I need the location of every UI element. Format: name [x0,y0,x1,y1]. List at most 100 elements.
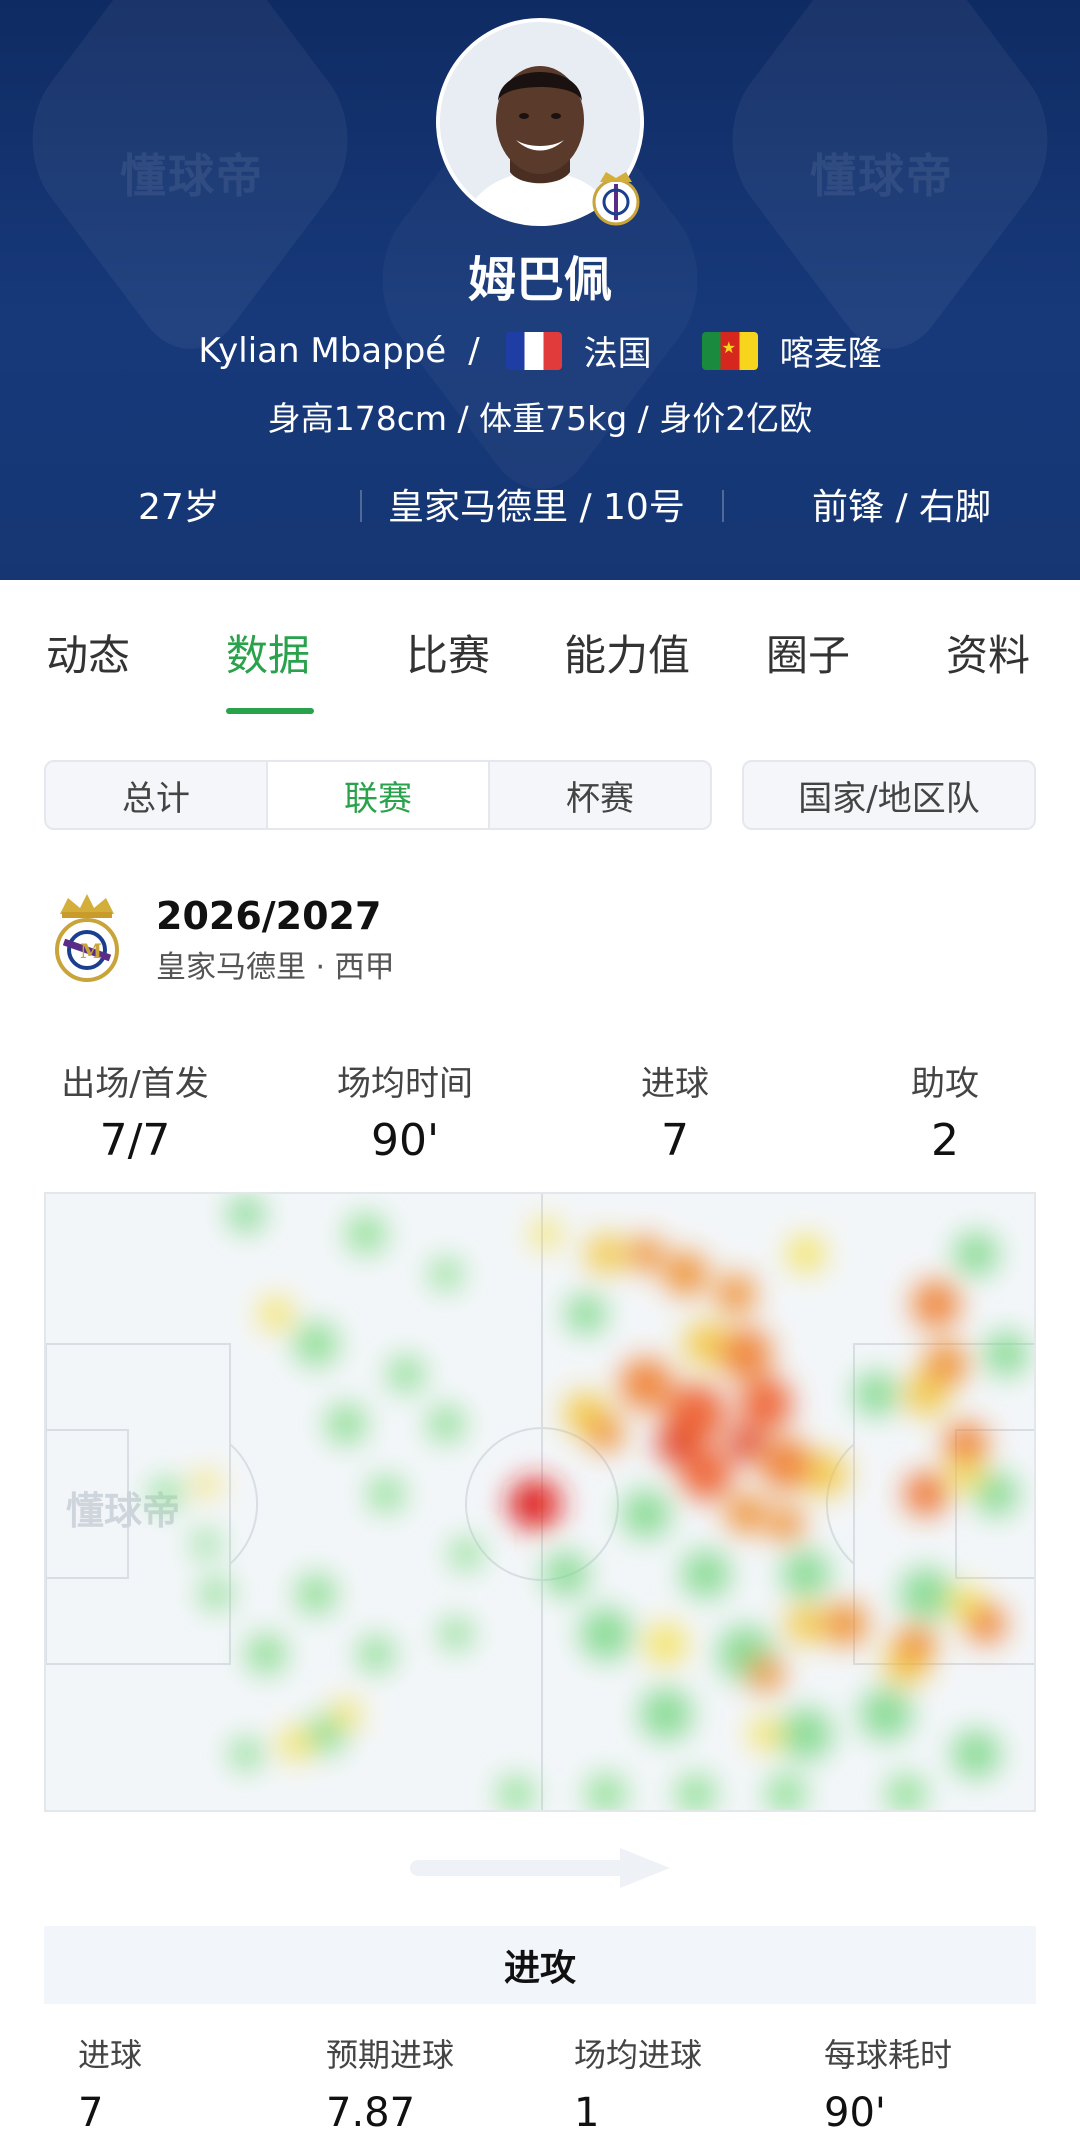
physical-line: 身高178cm / 体重75kg / 身价2亿欧 [267,399,813,438]
stat-label: 助攻 [911,1064,979,1104]
player-club-number: 皇家马德里 / 10号 [388,487,685,528]
segment-cup[interactable]: 杯赛 [490,762,710,828]
nationality-cameroon: 喀麦隆 [779,334,882,374]
heat-spot [912,1280,960,1328]
heat-spot [782,1550,830,1598]
tab-data[interactable]: 数据 [226,622,310,683]
attack-stat-xg: 预期进球 7.87 [326,2030,454,2134]
stat-label: 预期进球 [326,2036,455,2074]
heat-spot [728,1426,764,1462]
stat-appearances: 出场/首发 7/7 [0,1056,270,1166]
heat-spot [726,1494,766,1534]
player-english-name: Kylian Mbappé [198,330,447,371]
nationality-france: 法国 [583,334,652,374]
heat-spot [824,1602,868,1646]
stat-value: 90' [370,1115,440,1166]
stat-label: 进球 [641,1064,709,1104]
season-year: 2026/2027 [156,894,382,938]
heat-spot [508,1486,544,1522]
heat-layer [150,1196,1028,1810]
heat-spot [368,1476,404,1512]
player-age: 27岁 [138,487,220,528]
segment-national-team[interactable]: 国家/地区队 [742,760,1036,830]
heat-spot [682,1550,730,1598]
heat-spot [326,1404,366,1444]
heat-spot [580,1608,632,1660]
heat-spot [246,1634,286,1674]
heat-spot [230,1738,262,1770]
heat-spot [750,1718,782,1750]
divider [722,490,724,522]
heat-spot [720,1328,772,1380]
heat-spot [966,1604,1006,1644]
cameroon-flag-icon [701,331,758,370]
heat-spot [924,1342,968,1386]
tab-profile[interactable]: 资料 [946,622,1030,683]
heat-spot [498,1776,534,1810]
stat-label: 场均进球 [574,2036,703,2074]
heat-spot [544,1552,588,1596]
heat-spot [566,1294,606,1334]
attack-section-header: 进攻 [44,1926,1036,2004]
heat-spot [150,1478,182,1510]
heat-spot [428,1406,464,1442]
competition-segment-control: 总计 联赛 杯赛 [44,760,712,830]
heatmap-canvas: 懂球帝 [46,1194,1034,1810]
heat-spot [952,1730,1000,1778]
tab-news[interactable]: 动态 [46,622,130,683]
stat-value: 7.87 [326,2090,416,2134]
real-madrid-badge-icon [592,172,640,226]
stat-value: 7 [78,2090,104,2134]
heat-spot [620,1358,672,1410]
stat-value: 2 [931,1115,959,1166]
heat-spot [780,1708,832,1760]
heat-spot [788,1236,824,1272]
heatmap-pitch: 懂球帝 [44,1192,1036,1812]
heat-spot [944,1422,988,1466]
heat-spot [656,1424,696,1464]
divider [360,490,362,522]
tab-circle[interactable]: 圈子 [766,622,850,683]
heat-spot [900,1568,952,1620]
attack-stat-minutes-per-goal: 每球耗时 90' [824,2030,952,2134]
player-header: 懂球帝 懂球帝 姆巴佩 Kylian Mbappé / 法国 喀麦隆 身高178… [0,0,1080,580]
stat-value: 7/7 [99,1115,171,1166]
heat-spot [194,1472,218,1496]
segment-total[interactable]: 总计 [46,762,266,828]
heat-spot [358,1636,394,1672]
heat-spot [760,1438,812,1490]
heat-spot [430,1258,462,1290]
stat-goals: 进球 7 [540,1056,810,1166]
heat-spot [954,1232,998,1276]
heat-spot [740,1378,792,1430]
segment-league[interactable]: 联赛 [266,762,490,828]
watermark-left: 懂球帝 [120,149,264,203]
france-flag-icon [505,331,562,370]
heat-spot [766,1774,806,1810]
svg-text:M: M [80,939,102,963]
heat-spot [388,1356,424,1392]
heat-spot [646,1624,686,1664]
player-meta-row: 27岁 皇家马德里 / 10号 前锋 / 右脚 [0,478,1080,534]
attack-direction-arrow-icon [410,1848,670,1888]
stat-label: 每球耗时 [824,2036,953,2074]
heat-spot [748,1656,784,1692]
heat-spot [786,1604,826,1644]
real-madrid-badge-icon[interactable]: M [52,892,122,984]
heat-spot [588,1416,624,1452]
tab-matches[interactable]: 比赛 [406,622,490,683]
active-tab-indicator [226,708,314,714]
heat-spot [664,1252,708,1296]
heat-spot [886,1774,926,1810]
season-team-league: 皇家马德里 · 西甲 [156,950,395,985]
heat-spot [346,1214,386,1254]
stat-label: 进球 [78,2036,143,2074]
heat-spot [450,1538,482,1570]
player-name: 姆巴佩 [467,252,612,308]
tab-ratings[interactable]: 能力值 [564,622,690,683]
heat-spot [586,1234,626,1274]
stat-value: 7 [661,1115,689,1166]
stat-value: 1 [574,2090,600,2134]
stat-value: 90' [824,2090,886,2134]
heat-spot [676,1774,716,1810]
